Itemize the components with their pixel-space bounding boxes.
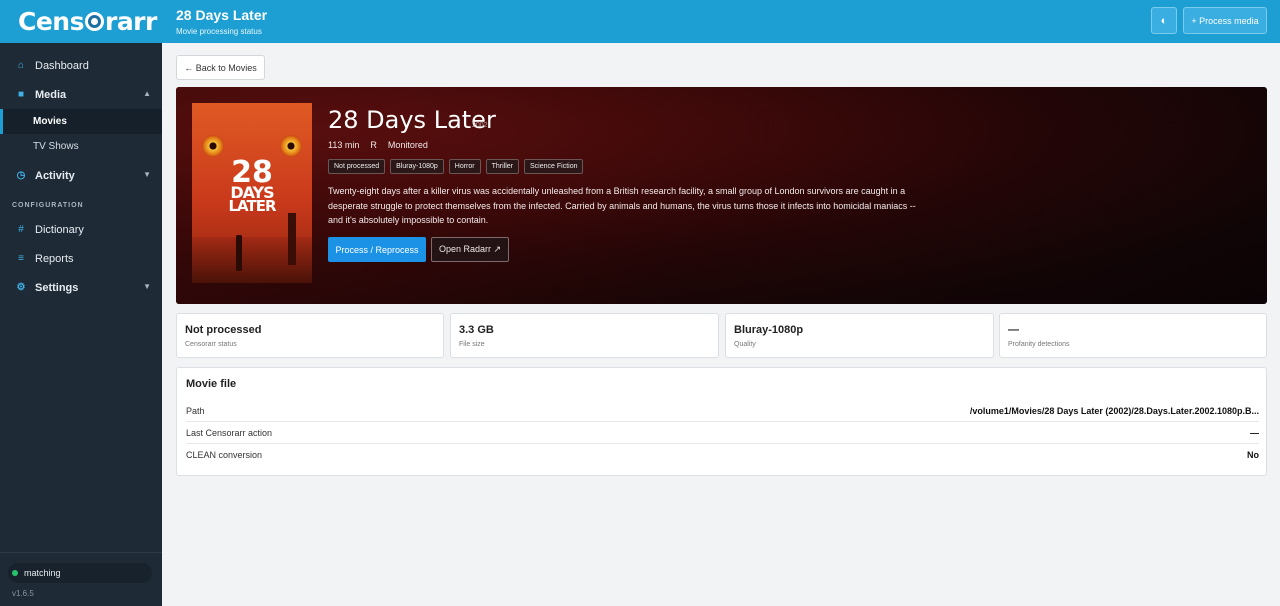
stat-label: Censorarr status (185, 341, 237, 348)
status-dot-icon (12, 570, 18, 576)
stat-card-file-size: 3.3 GB File size (450, 313, 719, 358)
sidebar-item-dictionary[interactable]: # Dictionary (0, 215, 162, 244)
app-version: v1.6.5 (12, 589, 34, 598)
stat-card-profanity: — Profanity detections (999, 313, 1267, 358)
contrast-icon: ◐ (1160, 14, 1168, 27)
sidebar-item-label: Reports (35, 252, 74, 265)
file-row-label: Last Censorarr action (186, 427, 273, 438)
sidebar-item-label: Dictionary (35, 223, 84, 236)
sidebar-item-tv-shows[interactable]: TV Shows (0, 134, 162, 159)
movie-rating: R (370, 140, 377, 150)
theme-toggle-button[interactable]: ◐ (1151, 7, 1177, 34)
tag-badge: Thriller (485, 159, 520, 174)
stat-value: 3.3 GB (459, 324, 494, 336)
movie-file-card: Movie file Path /volume1/Movies/28 Days … (176, 367, 1267, 476)
process-media-button[interactable]: + Process media (1183, 7, 1267, 34)
list-icon: ≡ (18, 253, 24, 264)
tag-badge: Science Fiction (524, 159, 584, 174)
sidebar-item-label: Activity (35, 169, 75, 182)
file-row-value: No (1247, 450, 1259, 460)
sidebar-item-settings[interactable]: ⚙ Settings ▼ (0, 273, 162, 302)
file-row-path: Path /volume1/Movies/28 Days Later (2002… (186, 400, 1259, 422)
stat-label: File size (459, 341, 485, 348)
tag-badge: Not processed (328, 159, 386, 174)
poster-figure (236, 235, 242, 271)
connection-status: matching (8, 563, 152, 583)
file-row-clean-conversion: CLEAN conversion No (186, 444, 1259, 466)
movie-tags: Not processed Bluray-1080p Horror Thrill… (328, 159, 584, 174)
file-row-last-action: Last Censorarr action — (186, 422, 1259, 444)
media-icon: ■ (17, 89, 25, 100)
movie-poster: 28 DAYS LATER (192, 103, 312, 283)
chevron-up-icon: ▲ (143, 89, 151, 98)
stat-label: Quality (734, 341, 756, 348)
sidebar-footer: matching v1.6.5 (0, 552, 162, 606)
gear-icon: ⚙ (16, 282, 26, 293)
movie-runtime: 113 min (328, 140, 360, 150)
tag-badge: Bluray-1080p (390, 159, 444, 174)
tag-badge: Horror (448, 159, 481, 174)
sidebar-item-dashboard[interactable]: ⌂ Dashboard (0, 51, 162, 80)
page-title: 28 Days Later (176, 7, 268, 23)
poster-tower (288, 213, 296, 265)
sidebar-item-reports[interactable]: ≡ Reports (0, 244, 162, 273)
home-icon: ⌂ (17, 60, 25, 71)
top-bar: 28 Days Later Movie processing status ◐ … (162, 0, 1280, 43)
file-row-label: CLEAN conversion (186, 450, 263, 460)
movie-hero: 28 DAYS LATER 28 Days Later 2002 113 min… (176, 87, 1267, 304)
file-row-label: Path (186, 405, 205, 416)
stat-card-quality: Bluray-1080p Quality (725, 313, 994, 358)
page-subtitle: Movie processing status (176, 27, 262, 36)
brand[interactable]: Cens rarr (0, 0, 162, 43)
movie-monitored: Monitored (387, 140, 428, 150)
sidebar-item-media[interactable]: ■ Media ▲ (0, 80, 162, 109)
stat-card-status: Not processed Censorarr status (176, 313, 444, 358)
movie-title: 28 Days Later (328, 106, 496, 134)
chevron-down-icon: ▼ (143, 282, 151, 291)
poster-eye-left (202, 135, 224, 157)
sidebar-item-label: Movies (33, 116, 67, 127)
sidebar-item-label: Media (35, 88, 67, 101)
logo: Cens rarr (18, 7, 157, 36)
poster-eye-right (280, 135, 302, 157)
sidebar-item-label: Dashboard (35, 59, 89, 72)
stat-value: — (1008, 324, 1019, 336)
movie-meta: 113 min R Monitored (328, 140, 428, 150)
stat-value: Bluray-1080p (734, 324, 804, 336)
status-text: matching (24, 568, 61, 578)
movie-file-heading: Movie file (186, 378, 237, 390)
movie-overview: Twenty-eight days after a killer virus w… (328, 186, 916, 226)
hash-icon: # (18, 224, 24, 235)
stat-value: Not processed (185, 324, 262, 336)
sidebar-nav: ⌂ Dashboard ■ Media ▲ Movies TV Shows ◷ … (0, 43, 162, 302)
logo-mark-icon (84, 12, 104, 31)
sidebar-item-label: TV Shows (33, 141, 79, 152)
file-row-value: — (1250, 427, 1259, 438)
sidebar-item-movies[interactable]: Movies (0, 109, 162, 134)
sidebar-item-label: Settings (35, 281, 79, 294)
back-to-movies-button[interactable]: ← Back to Movies (176, 55, 265, 80)
stat-label: Profanity detections (1008, 341, 1070, 348)
sidebar-item-activity[interactable]: ◷ Activity ▼ (0, 161, 162, 190)
file-row-value: /volume1/Movies/28 Days Later (2002)/28.… (969, 405, 1259, 416)
activity-icon: ◷ (16, 170, 26, 181)
process-reprocess-button[interactable]: Process / Reprocess (328, 237, 426, 262)
movie-year: 2002 (472, 122, 488, 129)
section-label-configuration: CONFIGURATION (12, 202, 84, 209)
sidebar: Cens rarr ⌂ Dashboard ■ Media ▲ Movies TV… (0, 0, 162, 606)
open-radarr-button[interactable]: Open Radarr ↗ (431, 237, 509, 262)
chevron-down-icon: ▼ (143, 170, 151, 179)
